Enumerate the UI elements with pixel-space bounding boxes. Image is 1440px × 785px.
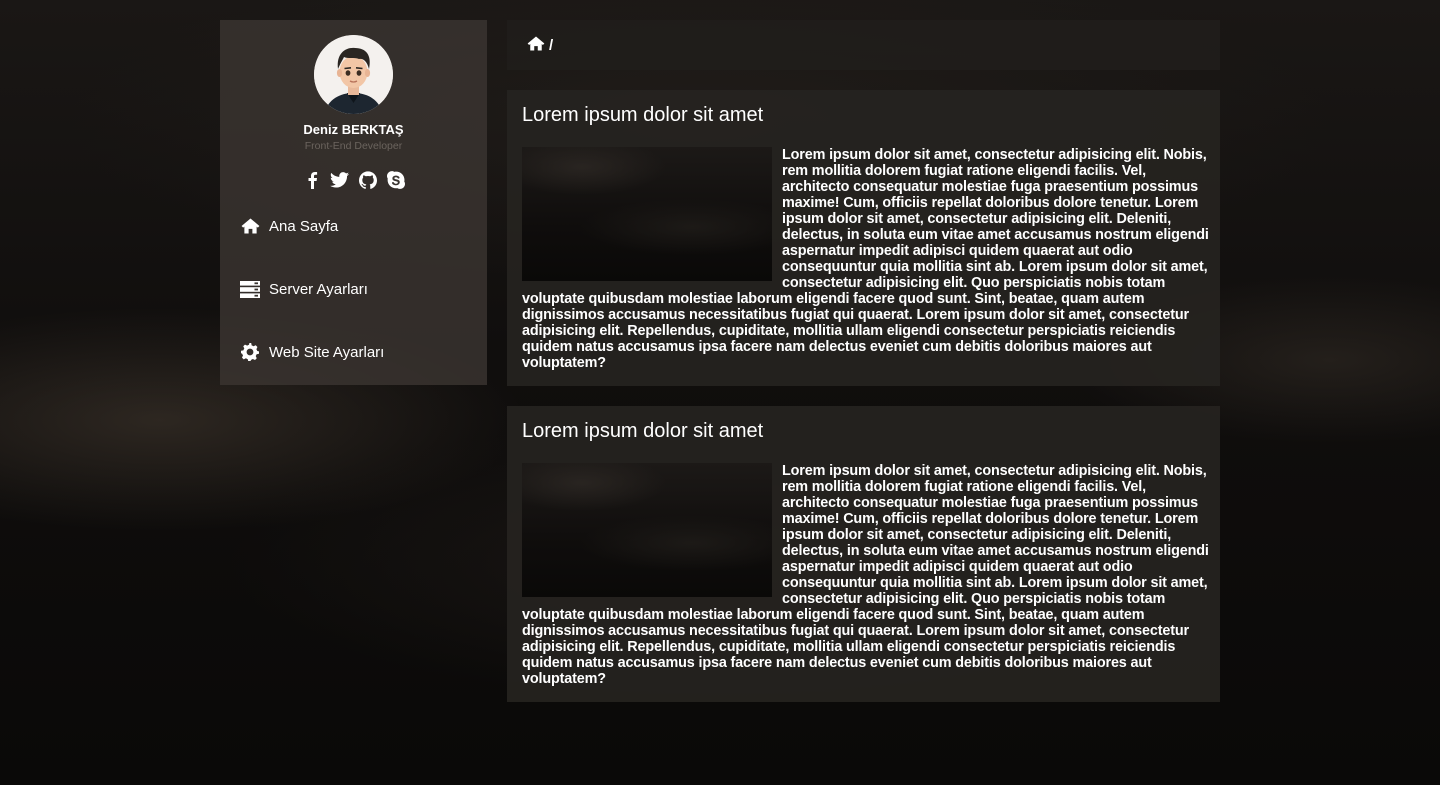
breadcrumb: / <box>507 20 1220 70</box>
social-links <box>220 170 487 190</box>
breadcrumb-separator: / <box>549 36 554 54</box>
post-card: Lorem ipsum dolor sit amet Lorem ipsum d… <box>507 90 1220 386</box>
sidebar: Deniz BERKTAŞ Front-End Developer Ana Sa… <box>220 20 487 385</box>
sidebar-item-label: Web Site Ayarları <box>269 343 385 361</box>
sidebar-item-label: Ana Sayfa <box>269 217 339 235</box>
server-icon <box>240 279 260 299</box>
post-title: Lorem ipsum dolor sit amet <box>522 420 764 442</box>
sidebar-item-server-ayarlari[interactable]: Server Ayarları <box>240 277 368 301</box>
profile-name: Deniz BERKTAŞ <box>303 122 404 137</box>
github-icon[interactable] <box>358 170 378 190</box>
gear-icon <box>240 342 260 362</box>
sidebar-item-web-site-ayarlari[interactable]: Web Site Ayarları <box>240 340 384 364</box>
sidebar-item-label: Server Ayarları <box>269 280 368 298</box>
twitter-icon[interactable] <box>330 170 350 190</box>
home-icon[interactable] <box>527 36 545 54</box>
facebook-icon[interactable] <box>302 170 322 190</box>
post-thumbnail <box>522 463 772 597</box>
post-title: Lorem ipsum dolor sit amet <box>522 104 764 126</box>
post-card: Lorem ipsum dolor sit amet Lorem ipsum d… <box>507 406 1220 702</box>
avatar <box>314 35 393 114</box>
home-icon <box>240 216 260 236</box>
post-thumbnail <box>522 147 772 281</box>
post-body: Lorem ipsum dolor sit amet, consectetur … <box>522 463 1217 687</box>
sidebar-item-ana-sayfa[interactable]: Ana Sayfa <box>240 214 338 238</box>
post-body: Lorem ipsum dolor sit amet, consectetur … <box>522 147 1217 371</box>
skype-icon[interactable] <box>386 170 406 190</box>
profile-role: Front-End Developer <box>304 140 403 152</box>
